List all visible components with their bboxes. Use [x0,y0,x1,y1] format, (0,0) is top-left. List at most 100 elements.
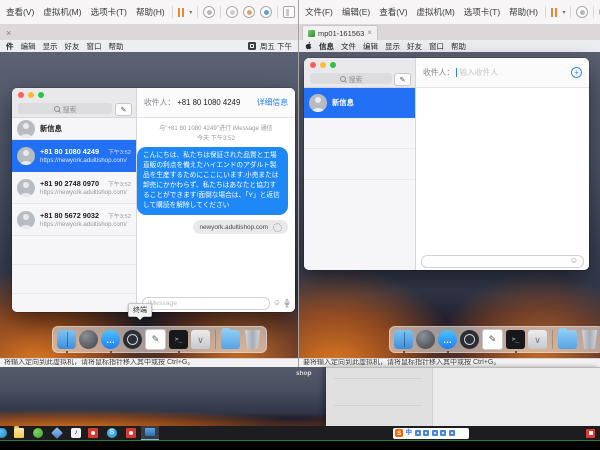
trash-icon[interactable] [580,330,599,349]
sogou-input-bar[interactable]: S 中 [393,428,469,439]
menubar-item-buddies[interactable]: 好友 [65,41,80,52]
snapshot-clock-icon[interactable] [226,6,238,18]
sogou-punctuation-icon[interactable] [423,430,429,436]
messages-dock-icon[interactable]: … [438,330,457,349]
menu-edit[interactable]: 编辑(E) [340,5,372,19]
minimize-button[interactable] [28,92,34,98]
file-explorer-icon[interactable] [14,428,24,438]
conversation-new-message[interactable]: 新信息 [12,118,136,140]
textedit-icon[interactable]: ✎ [145,329,166,350]
menubar-item-view[interactable]: 显示 [43,41,58,52]
trash-icon[interactable] [243,330,262,349]
menu-help[interactable]: 帮助(H) [507,5,540,19]
menubar-item-messages[interactable]: 信息 [319,41,334,52]
emoji-icon[interactable]: ☺ [570,257,578,265]
conversation-item[interactable]: +81 90 2748 0970 下午3:52 https://newyork.… [12,172,136,204]
system-preferences-icon[interactable] [460,330,479,349]
menubar-item-file[interactable]: 件 [6,41,14,52]
itunes-icon[interactable]: ♪ [71,428,81,438]
add-recipient-button[interactable]: + [571,67,582,78]
messages-dock-icon[interactable]: … [101,330,120,349]
textedit-icon[interactable]: ✎ [482,329,503,350]
menubar-item-view[interactable]: 显示 [385,41,400,52]
menubar-item-edit[interactable]: 编辑 [21,41,36,52]
apple-menu-icon[interactable] [305,42,312,50]
tab-close-icon[interactable]: × [367,29,372,37]
menubar-item-window[interactable]: 窗口 [429,41,444,52]
menu-vm[interactable]: 虚拟机(M) [41,5,83,19]
edge-icon[interactable] [0,428,7,438]
sogou-fullwidth-icon[interactable] [415,430,421,436]
sogou-toolbox-icon[interactable] [449,430,455,436]
conversation-item[interactable]: +81 80 5672 9032 下午3:52 https://newyork.… [12,204,136,236]
microphone-icon[interactable] [284,299,290,308]
search-input[interactable]: 搜索 [310,73,392,84]
send-ctrl-alt-del-icon[interactable] [576,6,588,18]
background-window[interactable] [326,367,600,427]
message-input[interactable]: ☺ [421,255,584,268]
take-snapshot-icon[interactable] [243,6,255,18]
downloads-stack-icon[interactable]: ∨ [191,330,210,349]
suspend-dropdown-icon[interactable]: ▾ [189,9,192,16]
vmware-taskbar-button-active[interactable] [141,426,159,440]
red-app-icon-2[interactable] [126,428,136,438]
input-source-icon[interactable] [248,42,256,50]
compose-button[interactable]: ✎ [115,103,132,116]
menu-help[interactable]: 帮助(H) [134,5,167,19]
send-ctrl-alt-del-icon[interactable] [203,6,215,18]
launchpad-icon[interactable] [79,330,98,349]
tab-close-icon[interactable]: × [6,28,11,38]
sogou-logo-icon[interactable]: S [395,429,403,437]
suspend-dropdown-icon[interactable]: ▾ [562,9,565,16]
suspend-button[interactable] [551,8,558,17]
menu-view[interactable]: 查看(V) [4,5,36,19]
message-input[interactable]: iMessage [142,297,270,310]
search-input[interactable]: 搜索 [18,103,112,114]
emoji-icon[interactable]: ☺ [273,299,281,307]
menu-tabs[interactable]: 选项卡(T) [89,5,129,19]
vm-tab[interactable]: mp01-161563 × [302,25,378,40]
blue-app-icon[interactable] [51,427,63,439]
sogou-emoji-icon[interactable] [432,430,438,436]
sogou-keyboard-icon[interactable] [440,430,446,436]
360-browser-icon[interactable] [33,428,43,438]
documents-folder-icon[interactable] [221,330,240,349]
zoom-button[interactable] [330,62,336,68]
manage-snapshots-icon[interactable] [260,6,272,18]
finder-icon[interactable] [394,330,413,349]
suspend-button[interactable] [178,8,185,17]
menu-vm[interactable]: 虚拟机(M) [415,5,457,19]
menubar-item-window[interactable]: 窗口 [87,41,102,52]
red-app-icon[interactable] [88,428,98,438]
terminal-icon[interactable]: >_ [169,330,188,349]
to-value[interactable]: +81 80 1080 4249 [177,98,240,107]
finder-icon[interactable] [57,330,76,349]
downloads-stack-icon[interactable]: ∨ [528,330,547,349]
close-button[interactable] [18,92,24,98]
menubar-item-help[interactable]: 帮助 [451,41,466,52]
menubar-item-file[interactable]: 文件 [341,41,356,52]
library-panel-icon[interactable] [283,6,295,18]
compose-button[interactable]: ✎ [394,73,411,86]
zoom-button[interactable] [38,92,44,98]
menubar-clock[interactable]: 周五 下午 [260,41,292,52]
sogou-mode-chinese[interactable]: 中 [406,430,413,437]
documents-folder-icon[interactable] [558,330,577,349]
notification-icon[interactable] [586,429,595,438]
link-preview-bubble[interactable]: newyork.adultishop.com [193,220,288,234]
terminal-icon[interactable]: >_ [506,330,525,349]
menu-tabs[interactable]: 选项卡(T) [462,5,502,19]
details-link[interactable]: 详细信息 [257,97,288,108]
minimize-button[interactable] [320,62,326,68]
skype-icon[interactable]: S [107,428,117,438]
system-preferences-icon[interactable] [123,330,142,349]
conversation-new-message-selected[interactable]: 新信息 [304,88,415,118]
launchpad-icon[interactable] [416,330,435,349]
menubar-item-edit[interactable]: 编辑 [363,41,378,52]
recipient-placeholder[interactable]: 输入收件人 [459,67,498,78]
menu-file[interactable]: 文件(F) [303,5,335,19]
conversation-selected[interactable]: +81 80 1080 4249 下午3:52 https://newyork.… [12,140,136,172]
close-button[interactable] [310,62,316,68]
menu-view[interactable]: 查看(V) [377,5,409,19]
menubar-item-help[interactable]: 帮助 [109,41,124,52]
